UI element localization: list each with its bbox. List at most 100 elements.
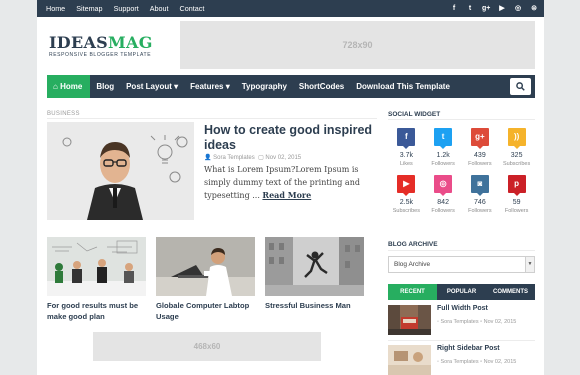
social-item-dribbble[interactable]: ◎ 842 Followers bbox=[425, 175, 462, 214]
tab-popular[interactable]: POPULAR bbox=[437, 284, 486, 300]
ad-banner-728[interactable]: 728x90 bbox=[180, 21, 535, 69]
social-item-facebook[interactable]: f 3.7k Likes bbox=[388, 128, 425, 167]
post-card-image[interactable] bbox=[265, 237, 364, 296]
logo-tagline: RESPONSIVE BLOGGER TEMPLATE bbox=[49, 52, 152, 58]
chevron-down-icon: ▾ bbox=[225, 82, 230, 91]
top-link-sitemap[interactable]: Sitemap bbox=[76, 0, 102, 17]
twitter-icon: t bbox=[434, 128, 453, 149]
recent-post-title[interactable]: Right Sidebar Post bbox=[437, 345, 500, 352]
social-count: 1.2k bbox=[436, 152, 450, 159]
divider bbox=[388, 250, 535, 251]
blog-archive-select[interactable]: Blog Archive ▼ bbox=[388, 256, 535, 273]
recent-post-thumbnail[interactable] bbox=[388, 345, 431, 375]
main-nav: ⌂ Home Blog Post Layout ▾ Features ▾ Typ… bbox=[47, 75, 535, 98]
social-item-instagram[interactable]: ◙ 746 Followers bbox=[462, 175, 499, 214]
sidebar-tabs: RECENT POPULAR COMMENTS bbox=[388, 284, 535, 300]
social-item-twitter[interactable]: t 1.2k Followers bbox=[425, 128, 462, 167]
featured-post-image[interactable] bbox=[47, 122, 194, 220]
post-card-title[interactable]: Globale Computer Labtop Usage bbox=[156, 301, 255, 322]
calendar-icon: ▫ bbox=[480, 359, 483, 365]
rss-icon[interactable]: ⊜ bbox=[530, 0, 538, 17]
chevron-down-icon: ▾ bbox=[174, 82, 179, 91]
recent-post-meta: ◦ Sora Templates ▫ Nov 02, 2015 bbox=[437, 359, 516, 365]
nav-typography[interactable]: Typography bbox=[236, 75, 293, 98]
social-item-youtube[interactable]: ▶ 2.5k Subscribes bbox=[388, 175, 425, 214]
featured-post-meta: 👤 Sora Templates ▢ Nov 02, 2015 bbox=[204, 154, 301, 161]
recent-post-author: Sora Templates bbox=[440, 359, 479, 365]
nav-download-template[interactable]: Download This Template bbox=[350, 75, 456, 98]
divider bbox=[47, 118, 377, 119]
recent-post-meta: ◦ Sora Templates ▫ Nov 02, 2015 bbox=[437, 319, 516, 325]
business-meeting-illustration bbox=[47, 237, 146, 296]
post-card-title[interactable]: Stressful Business Man bbox=[265, 301, 364, 312]
search-button[interactable] bbox=[510, 78, 531, 95]
nav-post-layout[interactable]: Post Layout ▾ bbox=[120, 75, 184, 98]
youtube-icon: ▶ bbox=[397, 175, 416, 196]
social-label: Followers bbox=[504, 208, 529, 214]
top-link-contact[interactable]: Contact bbox=[180, 0, 205, 17]
youtube-icon[interactable]: ▶ bbox=[498, 0, 506, 17]
featured-post-title[interactable]: How to create good inspired ideas bbox=[204, 123, 380, 153]
recent-post-title[interactable]: Full Width Post bbox=[437, 305, 488, 312]
dribbble-icon: ◎ bbox=[434, 175, 453, 196]
social-item-google-plus[interactable]: g+ 439 Followers bbox=[462, 128, 499, 167]
section-label-business[interactable]: BUSINESS bbox=[47, 111, 80, 117]
dribbble-icon[interactable]: ◎ bbox=[514, 0, 522, 17]
street-bus-thumbnail bbox=[388, 305, 431, 335]
tab-comments[interactable]: COMMENTS bbox=[486, 284, 535, 300]
logo-part-mag: MAG bbox=[108, 33, 153, 52]
featured-post-author[interactable]: Sora Templates bbox=[213, 155, 255, 161]
nav-features[interactable]: Features ▾ bbox=[184, 75, 236, 98]
nav-home[interactable]: ⌂ Home bbox=[47, 75, 91, 98]
blog-archive-select-value: Blog Archive bbox=[394, 261, 431, 268]
social-label: Followers bbox=[431, 208, 455, 214]
nav-post-layout-label: Post Layout bbox=[126, 82, 172, 91]
twitter-icon[interactable]: t bbox=[466, 0, 474, 17]
instagram-icon: ◙ bbox=[470, 175, 489, 196]
recent-post-author: Sora Templates bbox=[440, 319, 479, 325]
laptop-man-illustration bbox=[156, 237, 255, 296]
top-link-support[interactable]: Support bbox=[114, 0, 139, 17]
post-card[interactable]: Globale Computer Labtop Usage bbox=[156, 237, 255, 322]
social-count: 3.7k bbox=[399, 152, 413, 159]
social-item-rss[interactable]: )) 325 Subscribes bbox=[498, 128, 535, 167]
post-card[interactable]: Stressful Business Man bbox=[265, 237, 364, 312]
nav-shortcodes[interactable]: ShortCodes bbox=[293, 75, 350, 98]
businessman-illustration bbox=[47, 122, 194, 220]
post-card[interactable]: For good results must be make good plan bbox=[47, 237, 146, 322]
featured-post-date: Nov 02, 2015 bbox=[265, 155, 302, 161]
read-more-link[interactable]: Read More bbox=[262, 190, 311, 200]
social-count: 2.5k bbox=[399, 199, 413, 206]
social-label: Subscribes bbox=[503, 161, 531, 167]
nav-features-label: Features bbox=[190, 82, 224, 91]
google-plus-icon[interactable]: g+ bbox=[482, 0, 490, 17]
top-link-home[interactable]: Home bbox=[46, 0, 65, 17]
chevron-down-icon: ▼ bbox=[525, 257, 534, 272]
social-widget: f 3.7k Likes t 1.2k Followers g+ 439 Fol… bbox=[388, 128, 535, 214]
post-card-title[interactable]: For good results must be make good plan bbox=[47, 301, 146, 322]
facebook-icon[interactable]: f bbox=[450, 0, 458, 17]
facebook-icon: f bbox=[397, 128, 416, 149]
social-widget-heading: SOCIAL WIDGET bbox=[388, 111, 441, 118]
desk-thumbnail bbox=[388, 345, 431, 375]
recent-post-thumbnail[interactable] bbox=[388, 305, 431, 335]
pinterest-icon: p bbox=[507, 175, 526, 196]
recent-post[interactable]: Right Sidebar Post ◦ Sora Templates ▫ No… bbox=[388, 345, 535, 375]
nav-blog[interactable]: Blog bbox=[90, 75, 120, 98]
social-count: 746 bbox=[474, 199, 486, 206]
top-link-about[interactable]: About bbox=[150, 0, 169, 17]
featured-post-excerpt: What is Lorem Ipsum?Lorem Ipsum is simpl… bbox=[204, 164, 384, 203]
ad-banner-468[interactable]: 468x60 bbox=[93, 332, 321, 361]
post-card-image[interactable] bbox=[47, 237, 146, 296]
site-logo[interactable]: IDEASMAG RESPONSIVE BLOGGER TEMPLATE bbox=[49, 34, 153, 58]
recent-post[interactable]: Full Width Post ◦ Sora Templates ▫ Nov 0… bbox=[388, 305, 535, 339]
page: Home Sitemap Support About Contact f t g… bbox=[37, 0, 544, 375]
social-label: Followers bbox=[468, 208, 492, 214]
tab-recent[interactable]: RECENT bbox=[388, 284, 437, 300]
post-card-image[interactable] bbox=[156, 237, 255, 296]
social-item-pinterest[interactable]: p 59 Followers bbox=[498, 175, 535, 214]
recent-post-date: Nov 02, 2015 bbox=[483, 319, 517, 325]
social-label: Likes bbox=[399, 161, 413, 167]
top-links: Home Sitemap Support About Contact bbox=[46, 0, 215, 17]
google-plus-icon: g+ bbox=[470, 128, 489, 149]
